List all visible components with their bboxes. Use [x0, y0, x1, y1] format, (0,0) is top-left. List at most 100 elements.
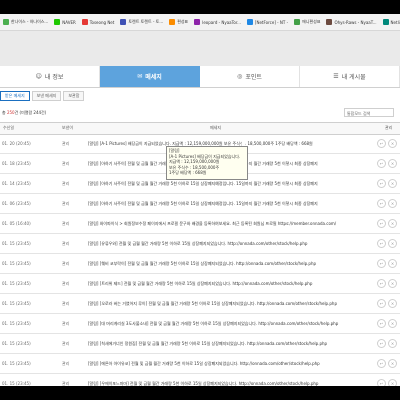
row-date: 01. 15 (23:45) — [2, 301, 31, 306]
row-message[interactable]: [알림] [오로라 버는 거였어지 루이] 전월 및 금월 월간 거래량 5천 … — [88, 301, 372, 307]
message-subtabs: 받은 메세지 보낸 메세지 보관함 — [0, 91, 86, 101]
reply-icon[interactable]: ↩ — [377, 239, 386, 248]
bookmark-item[interactable]: leopard - NyaaTor... — [191, 14, 241, 30]
column-message: 메세지 — [210, 125, 222, 130]
bookmark-label: NAVER — [62, 19, 76, 25]
total-count: 250 — [6, 110, 15, 115]
bookmark-favicon-icon — [169, 19, 176, 25]
row-sender: 관리 — [62, 161, 70, 166]
bookmark-label: Ohys-Raws - NyaaT... — [334, 19, 377, 25]
table-row[interactable]: 01. 15 (23:45) 관리 [알림] [대 머리게리실 3도사불소네] 전월… — [0, 314, 400, 334]
row-sender: 관리 — [62, 321, 70, 326]
search-input[interactable]: 통합모드 검색 — [344, 108, 394, 117]
table-row[interactable]: 01. 15 (23:45) 관리 [알림] [유류우와] 전월 및 금월 월간 거… — [0, 234, 400, 254]
subtab-sent[interactable]: 보낸 메세지 — [31, 91, 62, 101]
bookmark-item[interactable]: 편성표 — [166, 14, 188, 30]
bookmark-label: 한나이스 - 하나이스... — [11, 19, 49, 24]
bookmark-favicon-icon — [382, 19, 389, 25]
column-action: 관리 — [385, 125, 393, 130]
delete-icon[interactable]: × — [388, 139, 397, 148]
delete-icon[interactable]: × — [388, 299, 397, 308]
reply-icon[interactable]: ↩ — [377, 219, 386, 228]
delete-icon[interactable]: × — [388, 319, 397, 328]
delete-icon[interactable]: × — [388, 259, 397, 268]
bookmark-item[interactable]: 애니편성표 — [291, 14, 320, 30]
row-date: 01. 15 (23:45) — [2, 281, 31, 286]
table-row[interactable]: 01. 15 (23:45) 관리 [알림] [오로라 버는 거였어지 루이] 전월… — [0, 294, 400, 314]
bookmarks-bar: 한나이스 - 하나이스... NAVER Toseong Net 토렌트 토렌트 - … — [0, 14, 400, 31]
bookmark-favicon-icon — [246, 19, 253, 25]
delete-icon[interactable]: × — [388, 339, 397, 348]
row-message[interactable]: [알림] [유류우와] 전월 및 금월 월간 거래량 5천 이하로 15일 상장… — [88, 241, 372, 247]
row-message[interactable]: [알림] [칙새에거너인 정원집] 전월 및 금월 월간 거래량 5천 이하로 … — [88, 341, 372, 347]
board-icon: ☰ — [333, 73, 339, 80]
row-message[interactable]: [알림] [아하기 사주이] 전월 및 금월 월간 거래량 5천 이하로 15일… — [88, 181, 372, 187]
bookmark-item[interactable]: Toseong Net — [79, 14, 114, 30]
reply-icon[interactable]: ↩ — [377, 159, 386, 168]
delete-icon[interactable]: × — [388, 279, 397, 288]
bookmark-label: Netlio — [390, 19, 400, 25]
reply-icon[interactable]: ↩ — [377, 279, 386, 288]
tab-coin[interactable]: ◎ 포인트 — [200, 66, 300, 87]
subtab-inbox[interactable]: 받은 메세지 — [0, 91, 30, 101]
row-date: 01. 15 (23:45) — [2, 321, 31, 326]
reply-icon[interactable]: ↩ — [377, 259, 386, 268]
top-frame — [0, 0, 400, 14]
row-message[interactable]: [알림] 와이파이식 > 회원정보수정 페이지에서 프로필 문구와 배경을 등록… — [88, 221, 372, 227]
subtab-archive[interactable]: 보관함 — [63, 91, 85, 101]
bookmark-item[interactable]: [NetForce] - NT - — [244, 14, 288, 30]
row-date: 01. 18 (23:45) — [2, 161, 31, 166]
bookmark-favicon-icon — [3, 19, 9, 25]
table-row[interactable]: 01. 06 (23:45) 관리 [알림] [아하기 사주이] 전월 및 금월 월… — [0, 194, 400, 214]
delete-icon[interactable]: × — [388, 239, 397, 248]
delete-icon[interactable]: × — [388, 159, 397, 168]
row-message[interactable]: [알림] [아하기 사주이] 전월 및 금월 월간 거래량 5천 이하로 15일… — [88, 201, 372, 207]
row-message[interactable]: [알림] [웨비 코부락이] 전월 및 금월 월간 거래량 5천 이하로 15일… — [88, 261, 372, 267]
delete-icon[interactable]: × — [388, 219, 397, 228]
row-date: 01. 15 (23:45) — [2, 341, 31, 346]
tab-message[interactable]: ✉ 메세지 — [100, 66, 200, 87]
row-message[interactable]: [알림] [에른아 아이유코] 전월 및 금월 월간 거래량 5천 이하로 15… — [88, 361, 372, 367]
row-message[interactable]: [알림] [대 머리게리실 3도사불소네] 전월 및 금월 월간 거래량 5천 … — [88, 321, 372, 327]
reply-icon[interactable]: ↩ — [377, 139, 386, 148]
reply-icon[interactable]: ↩ — [377, 319, 386, 328]
row-date: 01. 05 (16:40) — [2, 221, 31, 226]
delete-icon[interactable]: × — [388, 179, 397, 188]
bookmark-favicon-icon — [194, 19, 201, 25]
bottom-frame — [0, 386, 400, 400]
delete-icon[interactable]: × — [388, 199, 397, 208]
row-sender: 관리 — [62, 241, 70, 246]
reply-icon[interactable]: ↩ — [377, 199, 386, 208]
row-sender: 관리 — [62, 301, 70, 306]
bookmark-label: 편성표 — [177, 19, 189, 24]
reply-icon[interactable]: ↩ — [377, 359, 386, 368]
bookmark-favicon-icon — [326, 19, 333, 25]
reply-icon[interactable]: ↩ — [377, 339, 386, 348]
tab-label: 내 게시물 — [341, 74, 366, 81]
row-message[interactable]: [알림] [트리위 제드] 전월 및 금월 월간 거래량 5천 이하로 15일 … — [88, 281, 372, 287]
bookmark-item[interactable]: NAVER — [51, 14, 76, 30]
bookmark-item[interactable]: Ohys-Raws - NyaaT... — [323, 14, 377, 30]
tab-board[interactable]: ☰ 내 게시물 — [300, 66, 400, 87]
bookmark-item[interactable]: Netlio — [380, 14, 400, 30]
delete-icon[interactable]: × — [388, 359, 397, 368]
table-row[interactable]: 01. 15 (23:45) 관리 [알림] [에른아 아이유코] 전월 및 금월 … — [0, 354, 400, 374]
table-row[interactable]: 01. 15 (23:45) 관리 [알림] [웨비 코부락이] 전월 및 금월 월… — [0, 254, 400, 274]
row-date: 01. 14 (23:45) — [2, 181, 31, 186]
column-sender: 보낸이 — [62, 125, 74, 130]
table-row[interactable]: 01. 15 (23:45) 관리 [알림] [칙새에거너인 정원집] 전월 및 금… — [0, 334, 400, 354]
table-row[interactable]: 01. 05 (16:40) 관리 [알림] 와이파이식 > 회원정보수정 페이지에… — [0, 214, 400, 234]
bookmark-favicon-icon — [294, 19, 301, 25]
reply-icon[interactable]: ↩ — [377, 179, 386, 188]
browser-screen: 한나이스 - 하나이스... NAVER Toseong Net 토렌트 토렌트 - … — [0, 0, 400, 400]
reply-icon[interactable]: ↩ — [377, 299, 386, 308]
tab-label: 메세지 — [145, 74, 162, 81]
bookmark-item[interactable]: 한나이스 - 하나이스... — [0, 14, 48, 30]
row-sender: 관리 — [62, 261, 70, 266]
bookmark-item[interactable]: 토렌트 토렌트 - 토... — [117, 14, 163, 30]
row-date: 01. 06 (23:45) — [2, 201, 31, 206]
row-sender: 관리 — [62, 141, 70, 146]
table-row[interactable]: 01. 15 (23:45) 관리 [알림] [트리위 제드] 전월 및 금월 월간… — [0, 274, 400, 294]
tab-user[interactable]: ☺ 내 정보 — [0, 66, 100, 87]
main-tabs: ☺ 내 정보 ✉ 메세지 ◎ 포인트 ☰ 내 게시물 — [0, 66, 400, 88]
